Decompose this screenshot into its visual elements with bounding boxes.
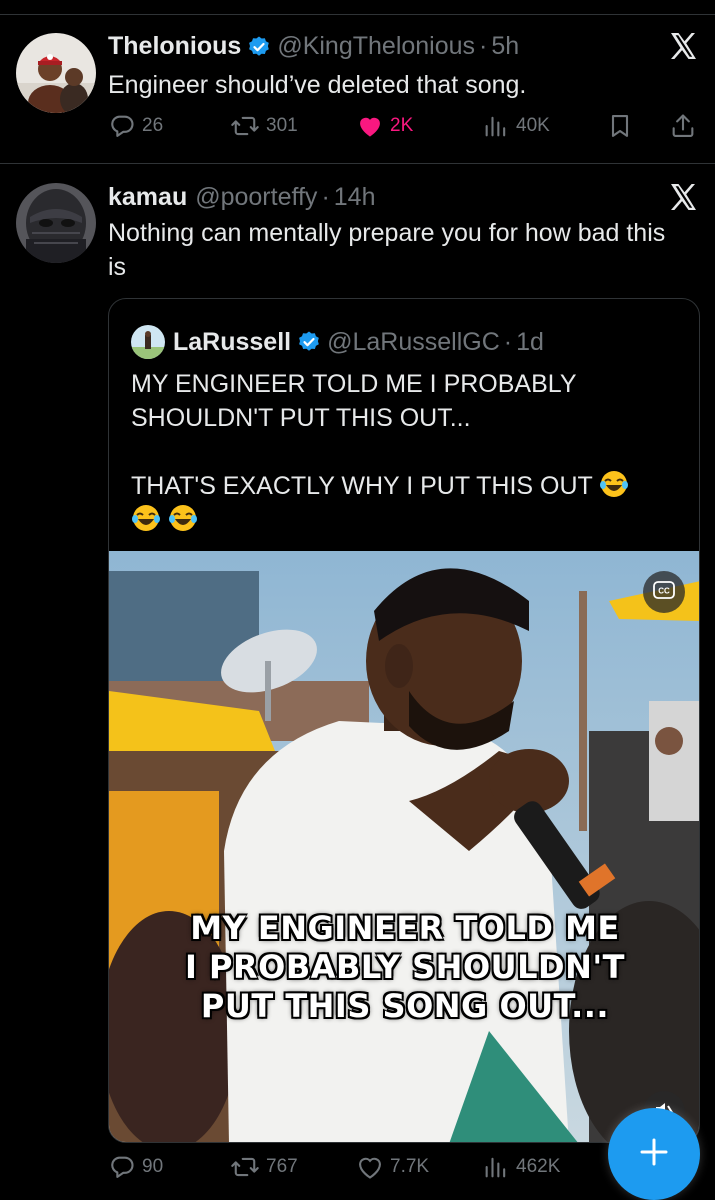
plus-icon [637,1135,671,1174]
repost-button[interactable]: 301 [230,112,298,140]
like-icon [356,1153,384,1181]
repost-icon [230,1153,260,1181]
laughing-emoji-icon [168,503,198,533]
verified-badge-icon [247,35,271,59]
video-frame [109,551,699,1142]
video-caption-line: I PROBABLY SHOULDN'T [185,948,625,986]
tweet-text: Nothing can mentally prepare you for how… [108,219,666,281]
views-icon [482,112,510,140]
reply-icon [108,112,136,140]
tweet-header: kamau @poorteffy · 14h [108,183,375,212]
timestamp[interactable]: 5h [491,32,519,61]
laughing-emoji-icon [599,469,629,499]
reply-button[interactable]: 26 [108,112,163,140]
like-count: 2K [390,115,414,136]
reply-count: 26 [142,115,164,136]
quote-text: MY ENGINEER TOLD ME I PROBABLY SHOULDN'T… [131,367,671,537]
bookmark-icon [606,112,634,140]
repost-count: 301 [266,115,298,136]
divider [0,163,715,164]
captions-button[interactable]: CC [643,571,685,613]
like-button[interactable]: 2K [356,112,413,140]
cc-icon: CC [653,580,675,604]
laughing-emoji-icon [131,503,161,533]
share-button[interactable] [669,112,697,140]
like-count: 7.7K [390,1156,430,1177]
handle: @LaRussellGC [327,327,500,356]
quote-line-2-text: THAT'S EXACTLY WHY I PUT THIS OUT [131,472,593,500]
handle[interactable]: @KingThelonious [277,32,475,61]
video-caption-line: PUT THIS SONG OUT... [200,987,610,1025]
repost-button[interactable]: 767 [230,1153,298,1181]
reply-icon [108,1153,136,1181]
like-button[interactable]: 7.7K [356,1153,429,1181]
x-logo-icon [668,182,698,212]
avatar-thelonious[interactable] [16,33,96,113]
repost-count: 767 [266,1156,298,1177]
separator-dot: · [503,327,513,356]
separator-dot: · [321,183,330,211]
views-count: 462K [516,1156,561,1177]
like-icon [356,112,384,140]
tweet-text: Engineer should’ve deleted that song. [108,71,527,99]
reply-count: 90 [142,1156,164,1177]
reply-button[interactable]: 90 [108,1153,163,1181]
share-icon [669,112,697,140]
handle[interactable]: @poorteffy [195,183,317,212]
repost-icon [230,112,260,140]
display-name: LaRussell [173,327,292,356]
quote-header: LaRussell @LaRussellGC · 1d [131,325,544,359]
views-count: 40K [516,115,550,136]
video-caption-line: MY ENGINEER TOLD ME [190,909,620,947]
compose-button[interactable] [608,1108,700,1200]
tweet-header: Thelonious @KingThelonious · 5h [108,32,519,61]
verified-badge-icon [297,330,321,354]
bookmark-button[interactable] [606,112,634,140]
timeline: Thelonious @KingThelonious · 5h Engineer… [0,0,715,1200]
display-name[interactable]: Thelonious [108,32,241,61]
video-player[interactable]: MY ENGINEER TOLD ME I PROBABLY SHOULDN'T… [109,551,699,1142]
avatar-kamau[interactable] [16,183,96,263]
video-caption: MY ENGINEER TOLD ME I PROBABLY SHOULDN'T… [109,909,699,1026]
svg-text:CC: CC [658,586,670,595]
separator-dot: · [479,32,488,60]
quote-line-2: THAT'S EXACTLY WHY I PUT THIS OUT [131,469,671,537]
quoted-tweet[interactable]: LaRussell @LaRussellGC · 1d MY ENGINEER … [108,298,700,1143]
views-button[interactable]: 462K [482,1153,560,1181]
views-button[interactable]: 40K [482,112,550,140]
display-name[interactable]: kamau [108,183,187,212]
avatar-larussell [131,325,165,359]
quote-line-1: MY ENGINEER TOLD ME I PROBABLY SHOULDN'T… [131,370,577,432]
timestamp: 1d [516,327,544,356]
x-logo-icon [668,31,698,61]
views-icon [482,1153,510,1181]
timestamp[interactable]: 14h [334,183,376,212]
divider [0,14,715,15]
